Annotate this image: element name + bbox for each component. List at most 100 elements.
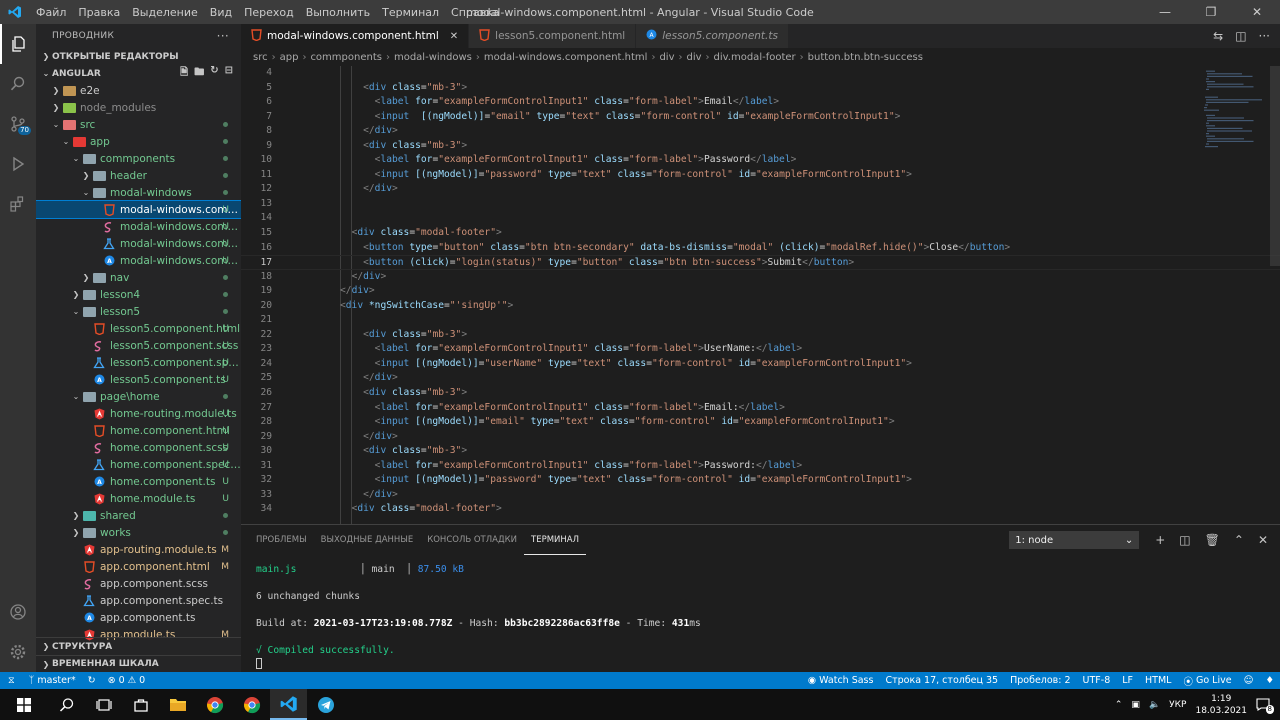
breadcrumb-item[interactable]: modal-windows.component.html [484, 52, 648, 63]
tree-folder[interactable]: ⌄ src [36, 116, 241, 133]
code-line[interactable]: 21 [241, 313, 1280, 328]
more-actions-icon[interactable]: ··· [217, 29, 229, 43]
tree-folder[interactable]: ⌄ page\home [36, 388, 241, 405]
tree-file[interactable]: app.component.spec.ts [36, 592, 241, 609]
code-line[interactable]: 4 [241, 66, 1280, 81]
menu-item-5[interactable]: Выполнить [300, 6, 376, 19]
code-line[interactable]: 15 <div class="modal-footer"> [241, 226, 1280, 241]
code-line[interactable]: 10 <label for="exampleFormControlInput1"… [241, 153, 1280, 168]
search-icon[interactable] [0, 64, 36, 104]
sync-icon[interactable]: ↻ [82, 675, 102, 686]
tree-folder[interactable]: ❯ works [36, 524, 241, 541]
split-terminal-icon[interactable]: ◫ [1179, 533, 1190, 547]
source-control-icon[interactable]: 70 [0, 104, 36, 144]
run-debug-icon[interactable] [0, 144, 36, 184]
tree-folder[interactable]: ❯ header [36, 167, 241, 184]
restore-icon[interactable]: ❐ [1188, 0, 1234, 24]
code-line[interactable]: 16 <button type="button" class="btn btn-… [241, 241, 1280, 256]
minimap[interactable] [1200, 66, 1266, 156]
code-line[interactable]: 6 <label for="exampleFormControlInput1" … [241, 95, 1280, 110]
split-editor-icon[interactable]: ◫ [1235, 29, 1246, 43]
tree-file[interactable]: Aapp.component.ts [36, 609, 241, 626]
more-actions-icon[interactable]: ··· [1259, 29, 1270, 43]
indentation[interactable]: Пробелов: 2 [1004, 675, 1076, 686]
branch-status[interactable]: ᛉ master* [23, 675, 82, 686]
terminal-select[interactable]: 1: node ⌄ [1009, 531, 1140, 549]
windows-start-icon[interactable] [0, 689, 48, 720]
tree-file[interactable]: lesson5.component.scss U [36, 337, 241, 354]
editor-scrollbar[interactable] [1270, 66, 1280, 266]
notification-center-icon[interactable]: 8 [1256, 697, 1274, 714]
minimize-icon[interactable]: — [1142, 0, 1188, 24]
code-line[interactable]: 20 <div *ngSwitchCase="'singUp'"> [241, 299, 1280, 314]
watch-sass-button[interactable]: ◉ Watch Sass [802, 675, 880, 686]
keyboard-language[interactable]: УКР [1169, 700, 1186, 710]
code-editor[interactable]: 45 <div class="mb-3"> 6 <label for="examp… [241, 66, 1280, 524]
language-mode[interactable]: HTML [1139, 675, 1177, 686]
tree-file[interactable]: Ahome.component.ts U [36, 473, 241, 490]
code-line[interactable]: 11 <input [(ngModel)]="password" type="t… [241, 168, 1280, 183]
menu-item-0[interactable]: Файл [30, 6, 72, 19]
breadcrumb-item[interactable]: commponents [310, 52, 382, 63]
refresh-icon[interactable]: ↻ [210, 65, 218, 82]
terminal-output[interactable]: main.js │ main │ 87.50 kB 6 unchanged ch… [256, 563, 701, 671]
new-terminal-icon[interactable]: + [1155, 533, 1165, 547]
tree-folder[interactable]: ⌄ modal-windows [36, 184, 241, 201]
code-line[interactable]: 22 <div class="mb-3"> [241, 328, 1280, 343]
collapse-all-icon[interactable]: ⊟ [225, 65, 233, 82]
tree-folder[interactable]: ❯ nav [36, 269, 241, 286]
code-line[interactable]: 32 <input [(ngModel)]="password" type="t… [241, 473, 1280, 488]
store-icon[interactable] [122, 689, 159, 720]
clock[interactable]: 1:19 18.03.2021 [1195, 693, 1247, 717]
code-line[interactable]: 8 </div> [241, 124, 1280, 139]
editor-tab[interactable]: modal-windows.component.html ✕ [241, 24, 470, 48]
settings-gear-icon[interactable] [0, 632, 36, 672]
notifications-icon[interactable]: ♦ [1259, 675, 1280, 686]
tree-file[interactable]: home.component.spec.ts U [36, 456, 241, 473]
panel-tab[interactable]: ВЫХОДНЫЕ ДАННЫЕ [314, 525, 421, 555]
tree-folder[interactable]: ❯ shared [36, 507, 241, 524]
tree-folder[interactable]: ❯ node_modules [36, 99, 241, 116]
tree-folder[interactable]: ⌄ app [36, 133, 241, 150]
close-panel-icon[interactable]: ✕ [1258, 533, 1268, 547]
menu-item-1[interactable]: Правка [72, 6, 126, 19]
code-line[interactable]: 26 <div class="mb-3"> [241, 386, 1280, 401]
open-editors-section[interactable]: ❯ ОТКРЫТЫЕ РЕДАКТОРЫ [36, 48, 241, 65]
breadcrumb-item[interactable]: modal-windows [394, 52, 472, 63]
code-line[interactable]: 34 <div class="modal-footer"> [241, 502, 1280, 517]
outline-section[interactable]: ❯ СТРУКТУРА [36, 638, 241, 655]
tree-folder[interactable]: ❯ e2e [36, 82, 241, 99]
extensions-icon[interactable] [0, 184, 36, 224]
remote-icon[interactable]: ⧖ [0, 675, 23, 686]
code-line[interactable]: 13 [241, 197, 1280, 212]
tree-file[interactable]: Amodal-windows.compo... U [36, 252, 241, 269]
tree-file[interactable]: home-routing.module.ts U [36, 405, 241, 422]
code-line[interactable]: 17 <button (click)="login(status)" type=… [241, 255, 1280, 270]
tree-file[interactable]: modal-windows.compon...U [36, 200, 241, 219]
problems-status[interactable]: ⊗ 0 ⚠ 0 [102, 675, 152, 686]
code-line[interactable]: 18 </div> [241, 270, 1280, 285]
breadcrumb-item[interactable]: div [659, 52, 674, 63]
file-explorer-icon[interactable] [159, 689, 196, 720]
feedback-icon[interactable]: ☺ [1238, 675, 1260, 686]
panel-tab[interactable]: ТЕРМИНАЛ [524, 525, 586, 555]
code-line[interactable]: 29 </div> [241, 430, 1280, 445]
taskbar-search-icon[interactable] [48, 689, 85, 720]
code-line[interactable]: 9 <div class="mb-3"> [241, 139, 1280, 154]
close-tab-icon[interactable]: ✕ [450, 31, 458, 42]
explorer-icon[interactable] [0, 24, 36, 64]
network-icon[interactable]: ▣ [1131, 700, 1140, 710]
tree-file[interactable]: app.component.html M [36, 558, 241, 575]
tree-file[interactable]: app.component.scss [36, 575, 241, 592]
chrome-icon[interactable] [196, 689, 233, 720]
breadcrumb-item[interactable]: div.modal-footer [714, 52, 796, 63]
code-line[interactable]: 33 </div> [241, 488, 1280, 503]
new-file-icon[interactable]: 🗎 [180, 65, 188, 82]
code-line[interactable]: 12 </div> [241, 182, 1280, 197]
tree-folder[interactable]: ⌄ lesson5 [36, 303, 241, 320]
tree-file[interactable]: modal-windows.compo... U [36, 218, 241, 235]
project-section[interactable]: ⌄ ANGULAR 🗎 🖿 ↻ ⊟ [36, 65, 241, 82]
breadcrumb-item[interactable]: button.btn.btn-success [808, 52, 923, 63]
code-line[interactable]: 28 <input [(ngModel)]="email" type="text… [241, 415, 1280, 430]
code-line[interactable]: 24 <input [(ngModel)]="userName" type="t… [241, 357, 1280, 372]
